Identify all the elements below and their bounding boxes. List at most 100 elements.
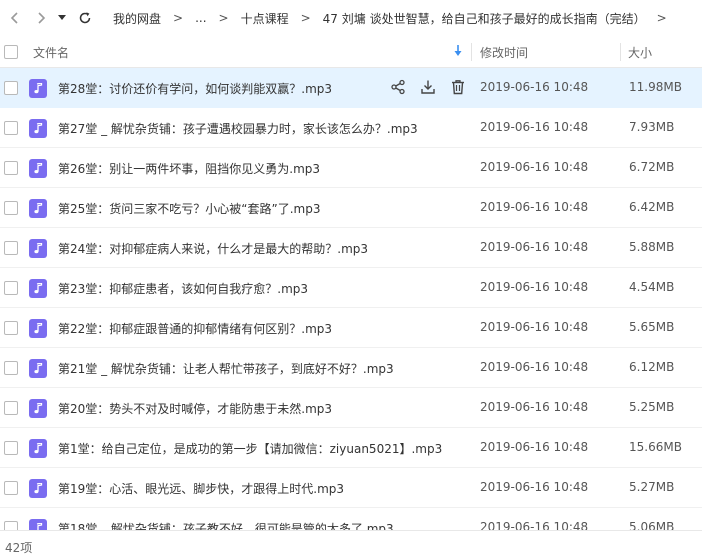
music-note-icon	[29, 519, 47, 530]
trash-icon[interactable]	[449, 78, 467, 96]
file-row[interactable]: 第27堂 _ 解忧杂货铺：孩子遭遇校园暴力时，家长该怎么办？.mp3 2019-…	[0, 108, 702, 148]
breadcrumb-item-ellipsis[interactable]: ...	[192, 11, 209, 25]
row-checkbox[interactable]	[4, 441, 18, 455]
row-checkbox[interactable]	[4, 241, 18, 255]
history-dropdown-button[interactable]	[54, 5, 70, 31]
select-all-checkbox[interactable]	[4, 45, 18, 59]
item-count: 42项	[5, 541, 33, 555]
music-note-icon	[29, 279, 47, 298]
file-size: 15.66MB	[629, 440, 682, 454]
music-note-icon	[29, 199, 47, 218]
row-checkbox[interactable]	[4, 81, 18, 95]
file-row[interactable]: 第26堂：别让一两件坏事，阻挡你见义勇为.mp3 2019-06-16 10:4…	[0, 148, 702, 188]
top-navigation-bar: 我的网盘 > ... > 十点课程 > 47 刘墉 谈处世智慧，给自己和孩子最好…	[0, 0, 702, 36]
file-modified-time: 2019-06-16 10:48	[480, 160, 589, 174]
row-checkbox[interactable]	[4, 481, 18, 495]
file-size: 4.54MB	[629, 280, 675, 294]
file-row[interactable]: 第23堂：抑郁症患者，该如何自我疗愈？.mp3 2019-06-16 10:48…	[0, 268, 702, 308]
file-size: 7.93MB	[629, 120, 675, 134]
file-row[interactable]: 第21堂 _ 解忧杂货铺：让老人帮忙带孩子，到底好不好？.mp3 2019-06…	[0, 348, 702, 388]
status-bar: 42项	[0, 530, 702, 560]
file-modified-time: 2019-06-16 10:48	[480, 200, 589, 214]
breadcrumb-separator[interactable]: >	[653, 11, 671, 25]
column-header-name[interactable]: 文件名	[33, 44, 69, 61]
music-note-icon	[29, 319, 47, 338]
file-row[interactable]: 第1堂：给自己定位，是成功的第一步【请加微信：ziyuan5021】.mp3 2…	[0, 428, 702, 468]
file-list: 第28堂：讨价还价有学问，如何谈判能双赢？.mp3 2019-06-16 10:…	[0, 68, 702, 530]
breadcrumb-item-course[interactable]: 十点课程	[238, 10, 292, 27]
file-row[interactable]: 第25堂：货问三家不吃亏？小心被“套路”了.mp3 2019-06-16 10:…	[0, 188, 702, 228]
download-icon[interactable]	[419, 78, 437, 96]
row-checkbox[interactable]	[4, 361, 18, 375]
row-checkbox[interactable]	[4, 201, 18, 215]
row-checkbox[interactable]	[4, 281, 18, 295]
back-button[interactable]	[2, 5, 28, 31]
file-size: 6.72MB	[629, 160, 675, 174]
column-header-size[interactable]: 大小	[628, 44, 652, 61]
column-divider[interactable]	[620, 43, 621, 61]
row-checkbox[interactable]	[4, 121, 18, 135]
breadcrumb-item-current-folder[interactable]: 47 刘墉 谈处世智慧，给自己和孩子最好的成长指南（完结）	[320, 10, 649, 27]
file-name[interactable]: 第27堂 _ 解忧杂货铺：孩子遭遇校园暴力时，家长该怎么办？.mp3	[58, 120, 418, 137]
music-note-icon	[29, 399, 47, 418]
file-name[interactable]: 第25堂：货问三家不吃亏？小心被“套路”了.mp3	[58, 200, 320, 217]
file-name[interactable]: 第18堂 _ 解忧杂货铺：孩子教不好，很可能是管的太多了.mp3	[58, 520, 394, 530]
row-checkbox[interactable]	[4, 161, 18, 175]
file-name[interactable]: 第23堂：抑郁症患者，该如何自我疗愈？.mp3	[58, 280, 308, 297]
file-modified-time: 2019-06-16 10:48	[480, 360, 589, 374]
breadcrumb-separator: >	[300, 11, 311, 25]
breadcrumb: 我的网盘 > ... > 十点课程 > 47 刘墉 谈处世智慧，给自己和孩子最好…	[110, 10, 671, 27]
music-note-icon	[29, 359, 47, 378]
file-size: 5.25MB	[629, 400, 675, 414]
file-modified-time: 2019-06-16 10:48	[480, 320, 589, 334]
music-note-icon	[29, 239, 47, 258]
row-checkbox[interactable]	[4, 321, 18, 335]
column-divider[interactable]	[471, 43, 472, 61]
file-name[interactable]: 第22堂：抑郁症跟普通的抑郁情绪有何区别？.mp3	[58, 320, 332, 337]
file-modified-time: 2019-06-16 10:48	[480, 440, 589, 454]
refresh-icon	[78, 11, 92, 25]
file-row[interactable]: 第22堂：抑郁症跟普通的抑郁情绪有何区别？.mp3 2019-06-16 10:…	[0, 308, 702, 348]
music-note-icon	[29, 479, 47, 498]
file-modified-time: 2019-06-16 10:48	[480, 120, 589, 134]
breadcrumb-separator: >	[218, 11, 229, 25]
file-name[interactable]: 第1堂：给自己定位，是成功的第一步【请加微信：ziyuan5021】.mp3	[58, 440, 442, 457]
file-size: 5.06MB	[629, 520, 675, 530]
file-row[interactable]: 第20堂：势头不对及时喊停，才能防患于未然.mp3 2019-06-16 10:…	[0, 388, 702, 428]
column-header: 文件名 修改时间 大小	[0, 36, 702, 68]
caret-down-icon	[58, 15, 66, 21]
file-name[interactable]: 第24堂：对抑郁症病人来说，什么才是最大的帮助？.mp3	[58, 240, 368, 257]
row-checkbox[interactable]	[4, 401, 18, 415]
sort-down-arrow-icon[interactable]	[454, 45, 462, 60]
file-name[interactable]: 第26堂：别让一两件坏事，阻挡你见义勇为.mp3	[58, 160, 320, 177]
file-name[interactable]: 第20堂：势头不对及时喊停，才能防患于未然.mp3	[58, 400, 332, 417]
row-checkbox[interactable]	[4, 521, 18, 530]
refresh-button[interactable]	[72, 5, 98, 31]
file-size: 6.12MB	[629, 360, 675, 374]
file-row[interactable]: 第28堂：讨价还价有学问，如何谈判能双赢？.mp3 2019-06-16 10:…	[0, 68, 702, 108]
file-size: 5.88MB	[629, 240, 675, 254]
file-size: 11.98MB	[629, 80, 682, 94]
music-note-icon	[29, 439, 47, 458]
file-name[interactable]: 第21堂 _ 解忧杂货铺：让老人帮忙带孩子，到底好不好？.mp3	[58, 360, 394, 377]
share-icon[interactable]	[389, 78, 407, 96]
file-row[interactable]: 第18堂 _ 解忧杂货铺：孩子教不好，很可能是管的太多了.mp3 2019-06…	[0, 508, 702, 530]
file-modified-time: 2019-06-16 10:48	[480, 400, 589, 414]
breadcrumb-item-my-drive[interactable]: 我的网盘	[110, 10, 164, 27]
column-header-modified[interactable]: 修改时间	[480, 44, 528, 61]
file-modified-time: 2019-06-16 10:48	[480, 80, 589, 94]
music-note-icon	[29, 79, 47, 98]
music-note-icon	[29, 119, 47, 138]
file-modified-time: 2019-06-16 10:48	[480, 520, 589, 530]
forward-button[interactable]	[28, 5, 54, 31]
file-modified-time: 2019-06-16 10:48	[480, 280, 589, 294]
row-actions	[389, 78, 467, 96]
file-modified-time: 2019-06-16 10:48	[480, 480, 589, 494]
file-size: 5.27MB	[629, 480, 675, 494]
file-row[interactable]: 第24堂：对抑郁症病人来说，什么才是最大的帮助？.mp3 2019-06-16 …	[0, 228, 702, 268]
file-row[interactable]: 第19堂：心活、眼光远、脚步快，才跟得上时代.mp3 2019-06-16 10…	[0, 468, 702, 508]
file-name[interactable]: 第28堂：讨价还价有学问，如何谈判能双赢？.mp3	[58, 80, 332, 97]
file-size: 6.42MB	[629, 200, 675, 214]
file-size: 5.65MB	[629, 320, 675, 334]
file-name[interactable]: 第19堂：心活、眼光远、脚步快，才跟得上时代.mp3	[58, 480, 344, 497]
